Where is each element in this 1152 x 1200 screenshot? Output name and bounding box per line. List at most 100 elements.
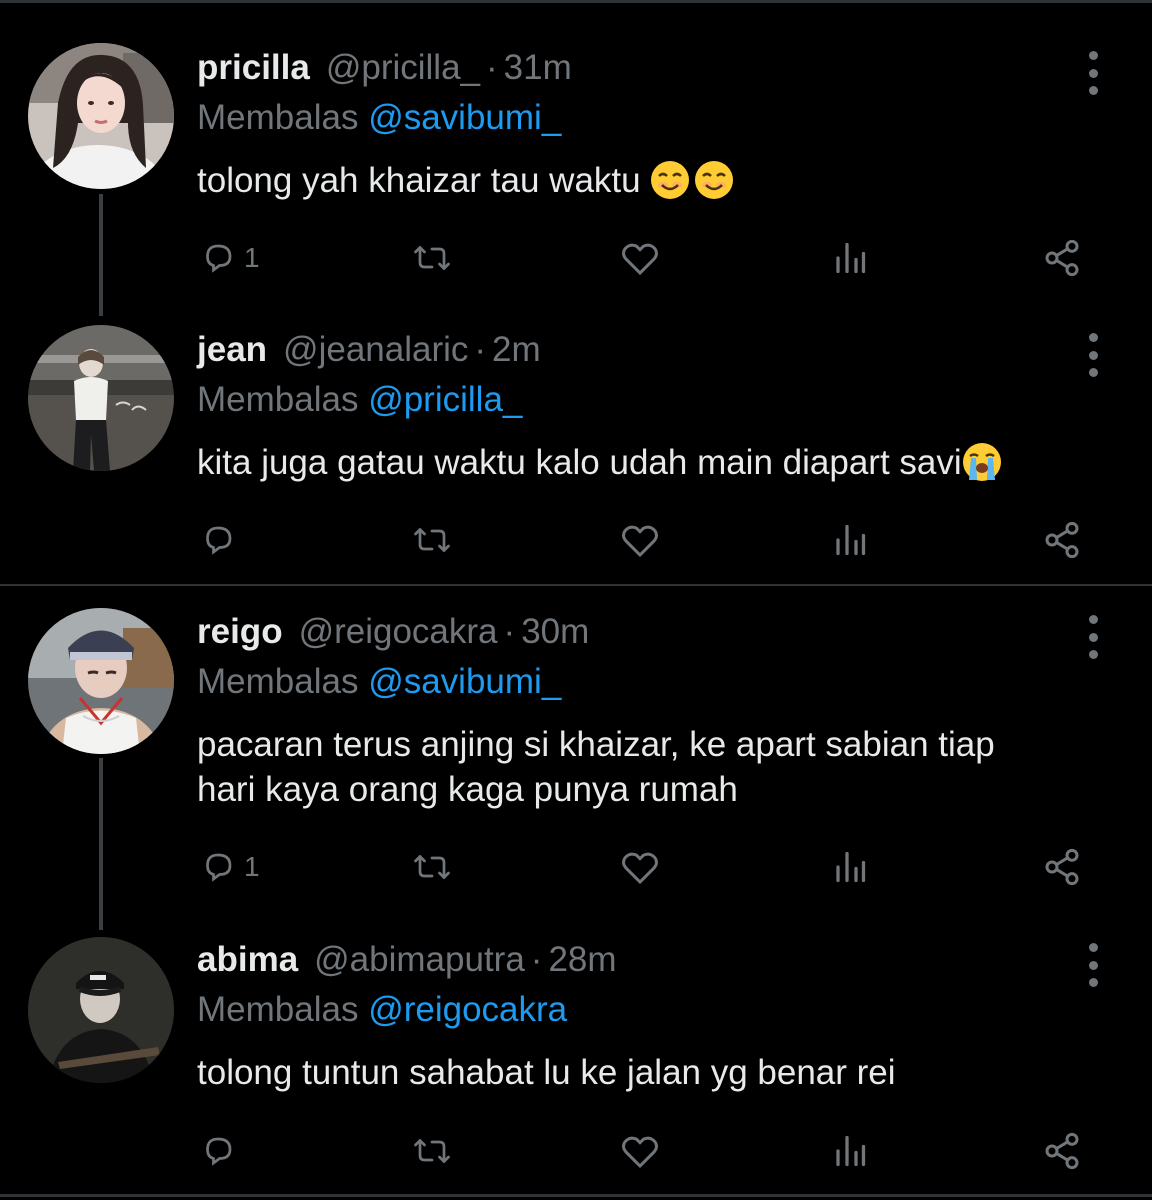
retweet-icon bbox=[414, 528, 450, 552]
like-button[interactable] bbox=[620, 515, 660, 565]
heart-icon bbox=[622, 525, 658, 558]
tweet-text-content: kita juga gatau waktu kalo udah main dia… bbox=[197, 443, 962, 482]
views-button[interactable] bbox=[832, 233, 868, 283]
tweet-header: abima @abimaputra · 28m bbox=[197, 940, 617, 990]
separator: · bbox=[486, 48, 498, 87]
analytics-icon bbox=[836, 1135, 866, 1167]
smiling-face-emoji bbox=[695, 161, 734, 199]
tweet-text-line: hari kaya orang kaga punya rumah bbox=[197, 770, 738, 809]
tweet-actions: 1 bbox=[0, 842, 1152, 892]
more-options-button[interactable] bbox=[1080, 943, 1106, 987]
more-vertical-icon bbox=[1088, 51, 1098, 60]
display-name[interactable]: abima bbox=[197, 940, 298, 980]
like-button[interactable] bbox=[620, 842, 660, 892]
reply-button[interactable]: 1 bbox=[200, 233, 260, 283]
separator: · bbox=[530, 940, 543, 979]
display-name[interactable]: jean bbox=[197, 330, 267, 370]
mention-link[interactable]: @savibumi_ bbox=[368, 98, 561, 137]
tweet-header: reigo @reigocakra · 30m bbox=[197, 612, 589, 662]
avatar[interactable] bbox=[28, 43, 174, 189]
retweet-button[interactable] bbox=[412, 233, 452, 283]
top-border bbox=[0, 0, 1152, 3]
reply-icon bbox=[206, 1137, 232, 1166]
share-button[interactable] bbox=[1042, 515, 1082, 565]
tweet-header: pricilla @pricilla_ · 31m bbox=[197, 48, 572, 98]
tweet-text: pacaran terus anjing si khaizar, ke apar… bbox=[197, 722, 1117, 812]
views-button[interactable] bbox=[832, 842, 868, 892]
reply-button[interactable]: 1 bbox=[200, 842, 260, 892]
avatar[interactable] bbox=[28, 325, 174, 471]
tweet-actions bbox=[0, 1126, 1152, 1176]
analytics-icon bbox=[836, 242, 866, 274]
share-icon bbox=[1045, 848, 1079, 886]
replying-to-prefix: Membalas bbox=[197, 98, 359, 137]
user-handle[interactable]: @pricilla_ bbox=[326, 48, 480, 88]
replying-to-prefix: Membalas bbox=[197, 990, 359, 1029]
user-handle[interactable]: @jeanalaric bbox=[283, 330, 468, 370]
reply-button[interactable] bbox=[200, 515, 244, 565]
retweet-button[interactable] bbox=[412, 515, 452, 565]
timestamp[interactable]: 30m bbox=[521, 612, 589, 652]
tweet-actions: 1 bbox=[0, 233, 1152, 283]
replying-to: Membalas @reigocakra bbox=[197, 990, 567, 1030]
loudly-crying-face-emoji bbox=[962, 443, 1001, 481]
mention-link[interactable]: @pricilla_ bbox=[368, 380, 522, 419]
timestamp[interactable]: 28m bbox=[548, 940, 616, 980]
share-button[interactable] bbox=[1042, 233, 1082, 283]
like-button[interactable] bbox=[620, 1126, 660, 1176]
bottom-border bbox=[0, 1194, 1152, 1197]
retweet-icon bbox=[414, 1139, 450, 1163]
heart-icon bbox=[622, 852, 658, 885]
avatar[interactable] bbox=[28, 937, 174, 1083]
tweet-text-content: tolong tuntun sahabat lu ke jalan yg ben… bbox=[197, 1053, 896, 1092]
reply-button[interactable] bbox=[200, 1126, 244, 1176]
thread-divider bbox=[0, 584, 1152, 586]
heart-icon bbox=[622, 1136, 658, 1169]
timestamp[interactable]: 31m bbox=[504, 48, 572, 88]
more-vertical-icon bbox=[1088, 615, 1098, 624]
views-button[interactable] bbox=[832, 1126, 868, 1176]
more-options-button[interactable] bbox=[1080, 615, 1106, 659]
views-button[interactable] bbox=[832, 515, 868, 565]
share-icon bbox=[1045, 239, 1079, 277]
tweet-text: tolong yah khaizar tau waktu bbox=[197, 158, 1117, 203]
retweet-icon bbox=[414, 246, 450, 270]
replying-to-prefix: Membalas bbox=[197, 662, 359, 701]
more-vertical-icon bbox=[1088, 333, 1098, 342]
replying-to: Membalas @savibumi_ bbox=[197, 98, 561, 138]
reply-count: 1 bbox=[244, 851, 260, 882]
share-button[interactable] bbox=[1042, 1126, 1082, 1176]
mention-link[interactable]: @reigocakra bbox=[368, 990, 567, 1029]
share-icon bbox=[1045, 521, 1079, 559]
tweet-text-line: pacaran terus anjing si khaizar, ke apar… bbox=[197, 725, 995, 764]
share-button[interactable] bbox=[1042, 842, 1082, 892]
analytics-icon bbox=[836, 851, 866, 883]
reply-count: 1 bbox=[244, 242, 260, 273]
replying-to-prefix: Membalas bbox=[197, 380, 359, 419]
reply-icon bbox=[206, 526, 232, 555]
tweet-text: tolong tuntun sahabat lu ke jalan yg ben… bbox=[197, 1050, 1117, 1095]
user-handle[interactable]: @reigocakra bbox=[299, 612, 498, 652]
replying-to: Membalas @pricilla_ bbox=[197, 380, 522, 420]
share-icon bbox=[1045, 1132, 1079, 1170]
smiling-face-emoji bbox=[651, 161, 690, 199]
tweet-text: kita juga gatau waktu kalo udah main dia… bbox=[197, 440, 1117, 485]
retweet-button[interactable] bbox=[412, 1126, 452, 1176]
retweet-icon bbox=[414, 855, 450, 879]
separator: · bbox=[503, 612, 516, 651]
tweet-actions bbox=[0, 515, 1152, 565]
user-handle[interactable]: @abimaputra bbox=[314, 940, 525, 980]
tweet-text-content: tolong yah khaizar tau waktu bbox=[197, 161, 641, 200]
display-name[interactable]: pricilla bbox=[197, 48, 310, 88]
more-options-button[interactable] bbox=[1080, 51, 1106, 95]
more-options-button[interactable] bbox=[1080, 333, 1106, 377]
reply-icon bbox=[206, 853, 232, 882]
display-name[interactable]: reigo bbox=[197, 612, 283, 652]
replying-to: Membalas @savibumi_ bbox=[197, 662, 561, 702]
like-button[interactable] bbox=[620, 233, 660, 283]
tweet-header: jean @jeanalaric · 2m bbox=[197, 330, 541, 380]
timestamp[interactable]: 2m bbox=[492, 330, 541, 370]
mention-link[interactable]: @savibumi_ bbox=[368, 662, 561, 701]
retweet-button[interactable] bbox=[412, 842, 452, 892]
avatar[interactable] bbox=[28, 608, 174, 754]
